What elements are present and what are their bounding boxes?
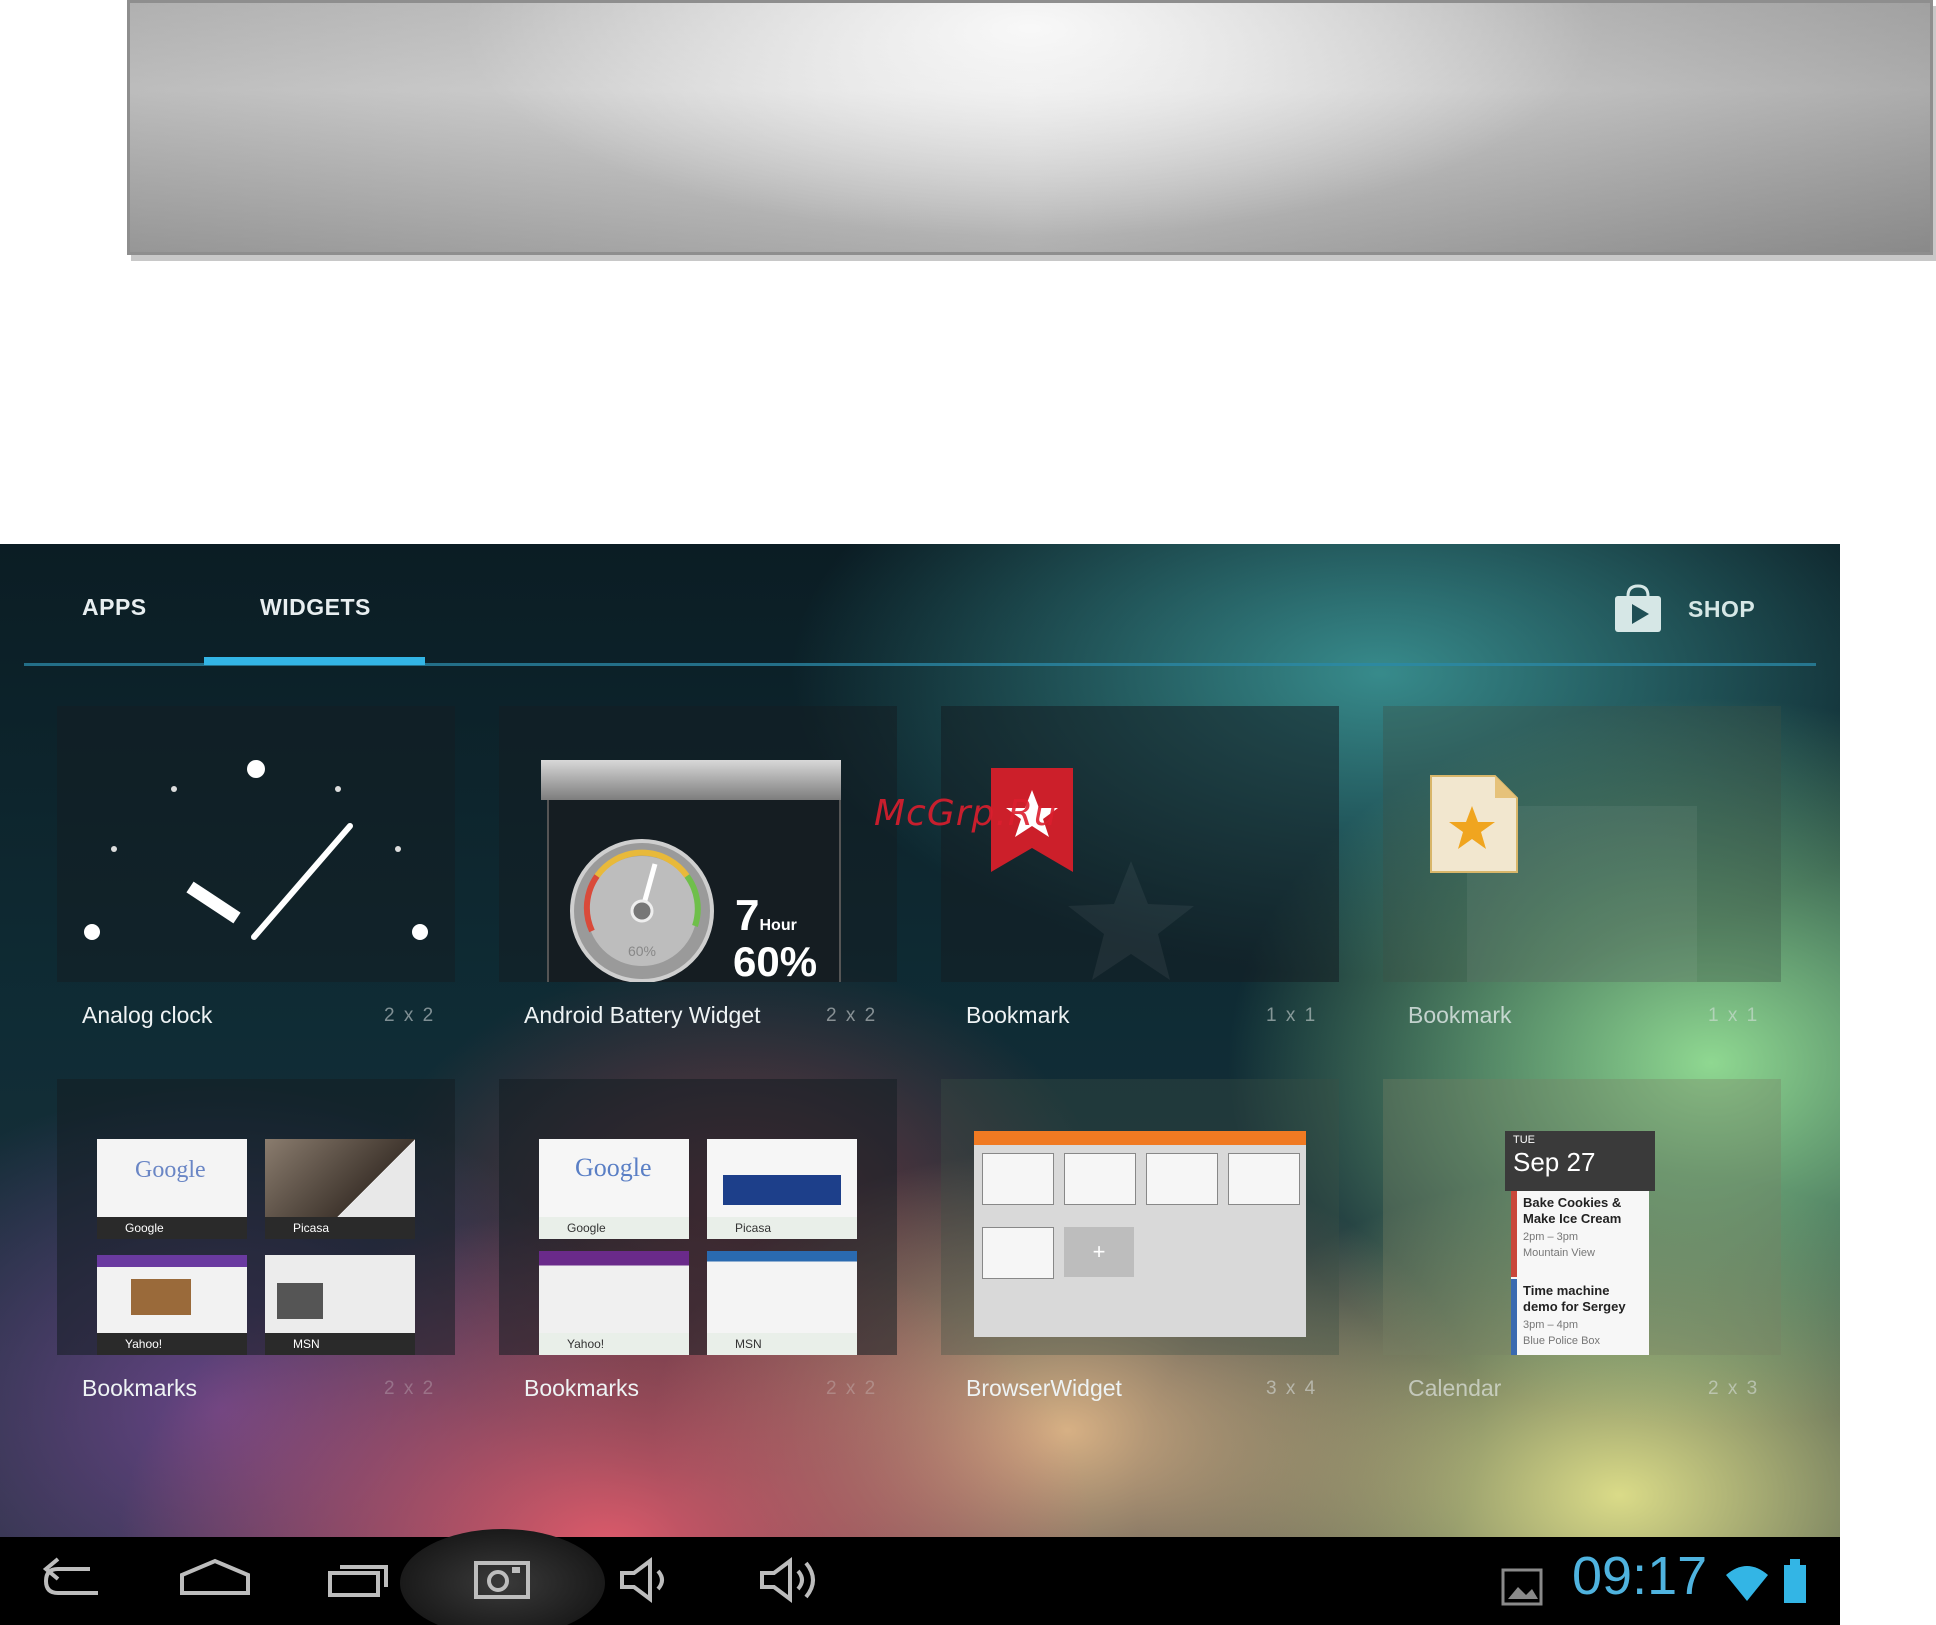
widget-size: 3 x 4 (1266, 1378, 1318, 1399)
bookmark-thumb: Google Google (97, 1139, 247, 1239)
widget-size: 2 x 2 (826, 1378, 878, 1399)
status-clock: 09:17 (1572, 1546, 1708, 1606)
thumb-google-logo: Google (135, 1157, 206, 1183)
widget-size: 2 x 2 (384, 1005, 436, 1026)
calendar-date: Sep 27 (1513, 1147, 1596, 1177)
widget-analog-clock[interactable] (57, 706, 455, 982)
tab-active-indicator (204, 657, 425, 665)
tab-widgets[interactable]: WIDGETS (260, 594, 371, 621)
android-widgets-screen: APPS WIDGETS SHOP Analog clock 2 x 2 60%… (0, 544, 1840, 1625)
widget-size: 2 x 2 (826, 1005, 878, 1026)
volume-up-icon[interactable] (756, 1555, 826, 1605)
widget-size: 2 x 2 (384, 1378, 436, 1399)
calendar-event-place: Mountain View (1523, 1247, 1595, 1259)
widget-bookmarks-1[interactable]: Google Google Picasa Yahoo! MSN (57, 1079, 455, 1355)
calendar-events: Bake Cookies & Make Ice Cream 2pm – 3pm … (1511, 1191, 1649, 1355)
analog-clock-preview-icon (84, 760, 428, 940)
widget-label: BrowserWidget (966, 1375, 1122, 1401)
widget-size: 1 x 1 (1266, 1005, 1318, 1026)
browser-preview: + (974, 1131, 1306, 1337)
screenshot-icon[interactable] (472, 1555, 532, 1605)
widget-label: Bookmark (966, 1002, 1070, 1028)
widget-size: 2 x 3 (1708, 1378, 1760, 1399)
widget-bookmark-1[interactable] (941, 706, 1339, 982)
bookmark-thumb: Google Google (539, 1139, 689, 1239)
volume-down-icon[interactable] (616, 1555, 676, 1605)
widget-browser[interactable]: + (941, 1079, 1339, 1355)
bookmark-file-icon (1430, 775, 1518, 873)
tab-bar: APPS WIDGETS SHOP (0, 544, 1840, 669)
calendar-day: TUE (1513, 1134, 1535, 1146)
thumb-google-logo: Google (575, 1153, 652, 1182)
battery-percent: 60% (733, 938, 818, 982)
watermark-text: McGrp.Ru (874, 793, 1058, 834)
wifi-icon (1726, 1566, 1768, 1601)
calendar-event-title: Bake Cookies & Make Ice Cream (1523, 1195, 1622, 1226)
battery-gauge-icon: 60% (570, 839, 714, 982)
widget-label: Bookmark (1408, 1002, 1512, 1028)
shopping-bag-icon (1615, 584, 1661, 632)
thumb-label: Picasa (707, 1217, 857, 1239)
thumb-label: MSN (707, 1333, 857, 1355)
battery-icon (1784, 1559, 1806, 1603)
battery-hours: 7Hour (735, 891, 797, 941)
widget-label: Android Battery Widget (524, 1002, 761, 1028)
bookmark-thumb: Yahoo! (97, 1255, 247, 1355)
thumb-label: Yahoo! (539, 1333, 689, 1355)
battery-hours-value: 7 (735, 891, 760, 940)
add-tab-icon: + (1064, 1227, 1134, 1277)
widget-bookmark-2[interactable] (1383, 706, 1781, 982)
thumb-label: Yahoo! (97, 1333, 247, 1355)
widget-label: Bookmarks (82, 1375, 198, 1401)
calendar-event-place: Blue Police Box (1523, 1335, 1601, 1347)
tab-apps[interactable]: APPS (82, 594, 147, 621)
calendar-event-time: 2pm – 3pm (1523, 1231, 1579, 1243)
back-icon[interactable] (38, 1555, 108, 1605)
calendar-event-title: Time machine demo for Sergey (1523, 1283, 1626, 1314)
widget-label: Bookmarks (524, 1375, 640, 1401)
bookmark-thumb: MSN (265, 1255, 415, 1355)
widget-bookmarks-2[interactable]: Google Google Picasa Yahoo! MSN (499, 1079, 897, 1355)
battery-gauge-value: 60% (628, 943, 656, 959)
bookmark-thumb: MSN (707, 1251, 857, 1355)
widget-calendar[interactable]: TUE Sep 27 Bake Cookies & Make Ice Cream… (1383, 1079, 1781, 1355)
calendar-event-time: 3pm – 4pm (1523, 1319, 1579, 1331)
battery-widget-header (541, 760, 841, 800)
gallery-notification-icon[interactable] (1500, 1567, 1544, 1607)
home-icon[interactable] (178, 1555, 252, 1605)
thumb-label: Google (97, 1217, 247, 1239)
widget-label: Analog clock (82, 1002, 213, 1028)
bookmark-thumb: Picasa (707, 1139, 857, 1239)
widget-label: Calendar (1408, 1375, 1502, 1401)
star-watermark-icon (1068, 861, 1194, 980)
calendar-header: TUE Sep 27 (1505, 1131, 1655, 1191)
recent-apps-icon[interactable] (326, 1555, 396, 1605)
shop-label: SHOP (1688, 595, 1756, 622)
bookmark-thumb: Picasa (265, 1139, 415, 1239)
thumb-label: Picasa (265, 1217, 415, 1239)
battery-hours-unit: Hour (759, 917, 797, 934)
widget-size: 1 x 1 (1708, 1005, 1760, 1026)
system-bar: 09:17 (0, 1529, 1840, 1625)
bookmark-thumb: Yahoo! (539, 1251, 689, 1355)
widget-android-battery[interactable]: 60% 7Hour 60% (499, 706, 897, 982)
thumb-label: Google (539, 1217, 689, 1239)
shop-button[interactable]: SHOP (1612, 584, 1755, 634)
thumb-label: MSN (265, 1333, 415, 1355)
slide-header-banner (127, 0, 1933, 255)
